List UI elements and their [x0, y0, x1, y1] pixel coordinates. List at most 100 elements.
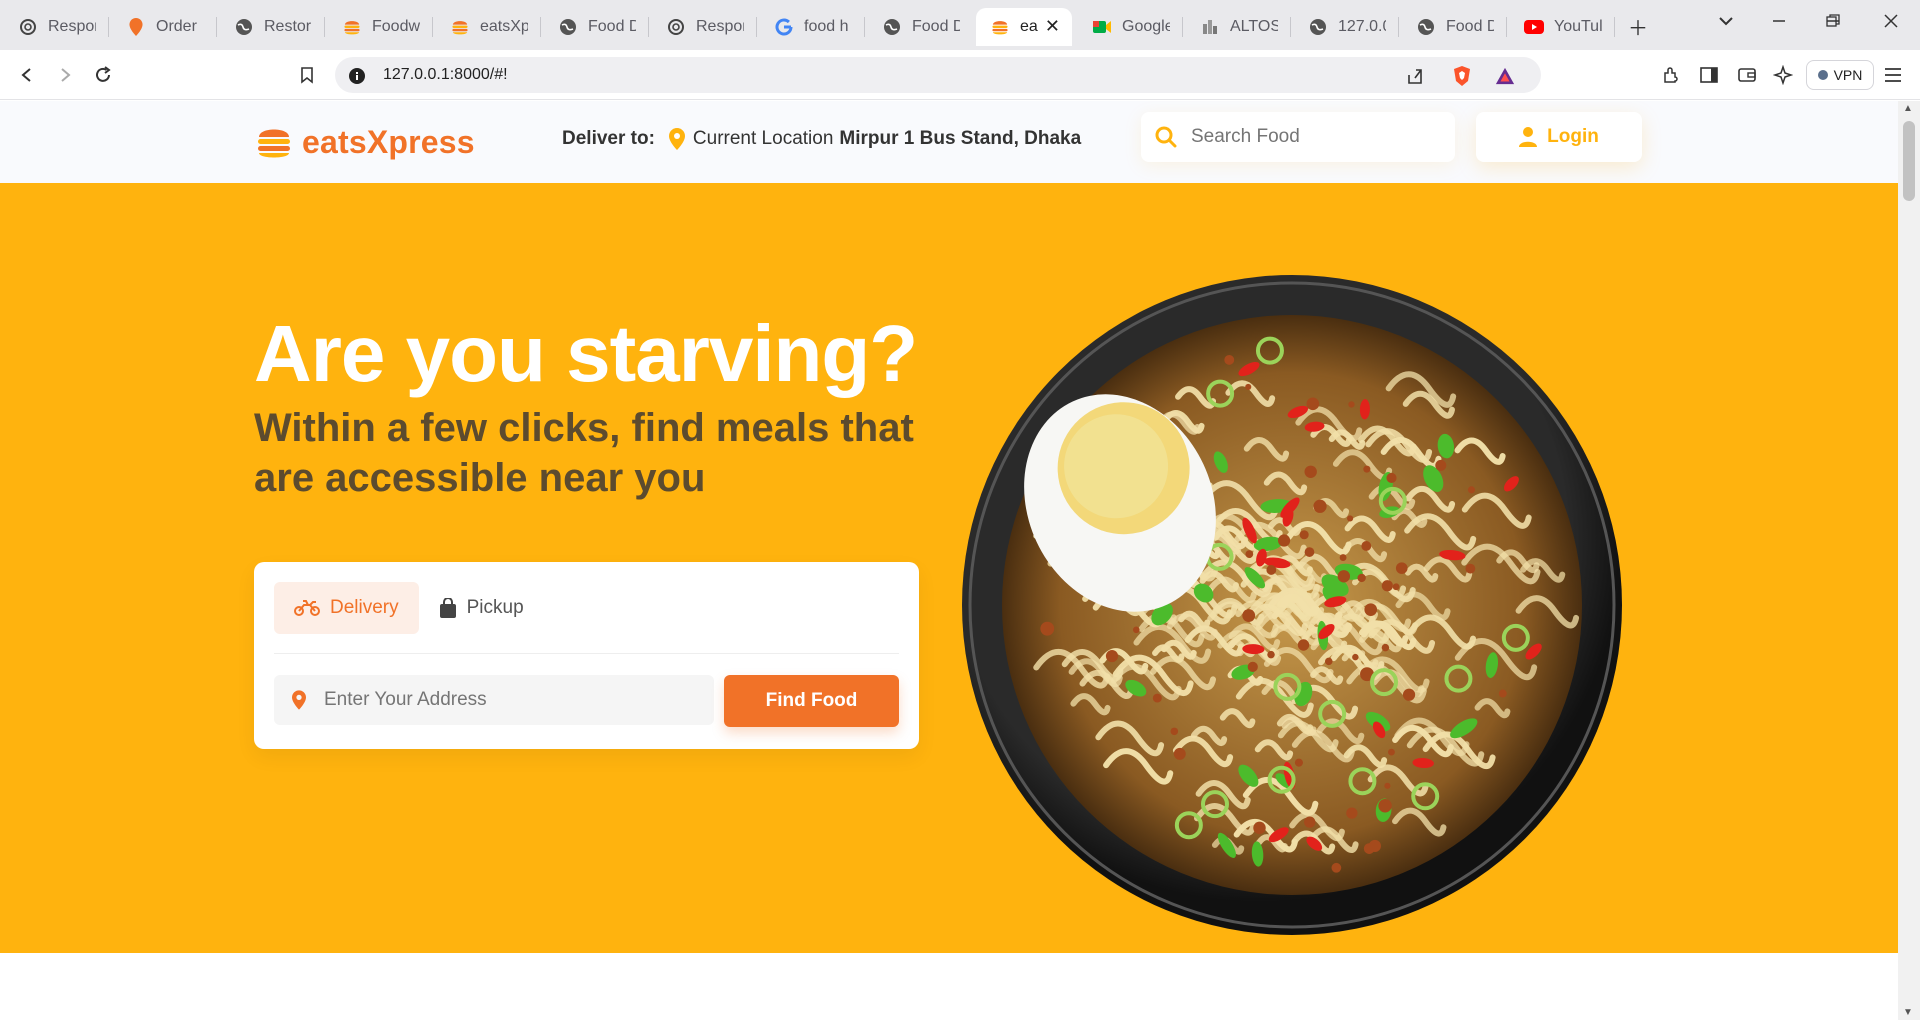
- google-icon: [774, 17, 794, 37]
- hero-title: Are you starving?: [254, 309, 918, 398]
- search-box[interactable]: [1141, 112, 1455, 162]
- browser-tab[interactable]: ALTOS: [1186, 8, 1288, 46]
- bookmark-icon[interactable]: [292, 60, 322, 90]
- hero-subtitle: Within a few clicks, find meals that are…: [254, 406, 914, 500]
- browser-tab-title: Order: [156, 18, 197, 35]
- browser-tab-title: Respon: [48, 18, 96, 35]
- burger-icon: [342, 17, 362, 37]
- tab-separator: [108, 17, 109, 37]
- address-input[interactable]: [324, 689, 684, 711]
- reload-button[interactable]: [88, 60, 118, 90]
- burger-icon: [990, 17, 1010, 37]
- tab-separator: [648, 17, 649, 37]
- openai-icon: [666, 17, 686, 37]
- tab-search-chevron-icon[interactable]: [1713, 12, 1739, 35]
- order-mode-tabs: Delivery Pickup: [274, 582, 544, 634]
- tab-separator: [864, 17, 865, 37]
- burger-logo-icon: [258, 129, 290, 158]
- tab-separator: [1182, 17, 1183, 37]
- location-pin-icon: [668, 128, 685, 150]
- search-food-input[interactable]: [1191, 126, 1431, 148]
- browser-tab[interactable]: food h: [760, 8, 862, 46]
- logo[interactable]: eatsXpress: [256, 123, 475, 161]
- globe-icon: [1416, 17, 1436, 37]
- browser-tab[interactable]: Respon: [652, 8, 754, 46]
- user-icon: [1519, 127, 1538, 147]
- page-viewport: eatsXpress Deliver to: Current Location …: [0, 101, 1898, 1020]
- burger-icon: [450, 17, 470, 37]
- browser-tab[interactable]: Google: [1078, 8, 1180, 46]
- youtube-icon: [1524, 17, 1544, 37]
- back-button[interactable]: [12, 60, 42, 90]
- browser-tab[interactable]: YouTul: [1510, 8, 1612, 46]
- tab-pickup[interactable]: Pickup: [419, 582, 544, 634]
- browser-tab-bar: Respon Order Restor Foodw eatsXp Food D Respon…: [0, 0, 1920, 50]
- tab-separator: [324, 17, 325, 37]
- browser-tab[interactable]: ea ✕: [976, 8, 1072, 46]
- tab-delivery[interactable]: Delivery: [274, 582, 419, 634]
- scroll-down-arrow-icon[interactable]: ▼: [1903, 1007, 1913, 1018]
- minimize-window-button[interactable]: [1766, 12, 1792, 35]
- location-pin-icon: [292, 690, 306, 710]
- browser-tab[interactable]: Respon: [4, 8, 106, 46]
- browser-tab[interactable]: Food D: [544, 8, 646, 46]
- scroll-up-arrow-icon[interactable]: ▲: [1903, 103, 1913, 114]
- address-field[interactable]: [274, 675, 714, 725]
- forward-button[interactable]: [50, 60, 80, 90]
- openai-icon: [18, 17, 38, 37]
- vpn-button[interactable]: VPN: [1806, 60, 1874, 90]
- menu-icon[interactable]: [1878, 60, 1908, 90]
- scroll-thumb[interactable]: [1903, 121, 1915, 201]
- share-icon[interactable]: [1405, 66, 1425, 86]
- location-name: Mirpur 1 Bus Stand, Dhaka: [839, 128, 1082, 149]
- sidebar-toggle-icon[interactable]: [1694, 60, 1724, 90]
- browser-tab-title: YouTul: [1554, 18, 1602, 35]
- login-label: Login: [1547, 126, 1599, 147]
- browser-tab-title: eatsXp: [480, 18, 528, 35]
- site-info-icon[interactable]: [347, 66, 367, 86]
- browser-tab[interactable]: 127.0.0: [1294, 8, 1396, 46]
- browser-tab[interactable]: Food D: [1402, 8, 1504, 46]
- brave-shield-icon[interactable]: [1452, 66, 1472, 86]
- browser-tab-title: Respon: [696, 18, 744, 35]
- browser-tab-title: ALTOS: [1230, 18, 1278, 35]
- new-tab-button[interactable]: ＋: [1625, 12, 1651, 41]
- meet-icon: [1092, 17, 1112, 37]
- card-divider: [274, 653, 899, 654]
- browser-tab[interactable]: Restor: [220, 8, 322, 46]
- location-prefix: Current Location: [692, 128, 834, 149]
- wallet-icon[interactable]: [1732, 60, 1762, 90]
- pin-icon: [126, 17, 146, 37]
- globe-icon: [1308, 17, 1328, 37]
- page-scrollbar[interactable]: ▲ ▼: [1898, 101, 1920, 1020]
- browser-tab-title: food h: [804, 18, 849, 35]
- tab-separator: [1614, 17, 1615, 37]
- tab-separator: [216, 17, 217, 37]
- close-window-button[interactable]: [1878, 12, 1904, 35]
- order-card: Delivery Pickup Find Food: [254, 562, 919, 749]
- close-tab-icon[interactable]: ✕: [1045, 16, 1060, 37]
- tab-pickup-label: Pickup: [466, 597, 524, 618]
- restore-button[interactable]: [1820, 12, 1846, 35]
- browser-tab[interactable]: Foodw: [328, 8, 430, 46]
- tab-separator: [432, 17, 433, 37]
- tab-separator: [1290, 17, 1291, 37]
- extensions-icon[interactable]: [1656, 60, 1686, 90]
- logo-text: eatsXpress: [302, 123, 475, 160]
- find-food-button[interactable]: Find Food: [724, 675, 899, 727]
- globe-icon: [558, 17, 578, 37]
- shopping-bag-icon: [439, 598, 456, 618]
- deliver-to[interactable]: Deliver to: Current Location Mirpur 1 Bu…: [562, 128, 1081, 150]
- browser-toolbar: 127.0.0.1:8000/#! VPN: [0, 50, 1920, 100]
- browser-tab[interactable]: Food D: [868, 8, 970, 46]
- deliver-label: Deliver to:: [562, 128, 655, 149]
- leo-ai-icon[interactable]: [1768, 60, 1798, 90]
- browser-tab-title: Foodw: [372, 18, 420, 35]
- browser-tab-title: 127.0.0: [1338, 18, 1386, 35]
- browser-tab[interactable]: eatsXp: [436, 8, 538, 46]
- url-bar[interactable]: 127.0.0.1:8000/#!: [335, 57, 1541, 93]
- search-icon: [1155, 126, 1177, 148]
- brave-rewards-icon[interactable]: [1495, 66, 1515, 86]
- login-button[interactable]: Login: [1476, 112, 1642, 162]
- browser-tab[interactable]: Order: [112, 8, 214, 46]
